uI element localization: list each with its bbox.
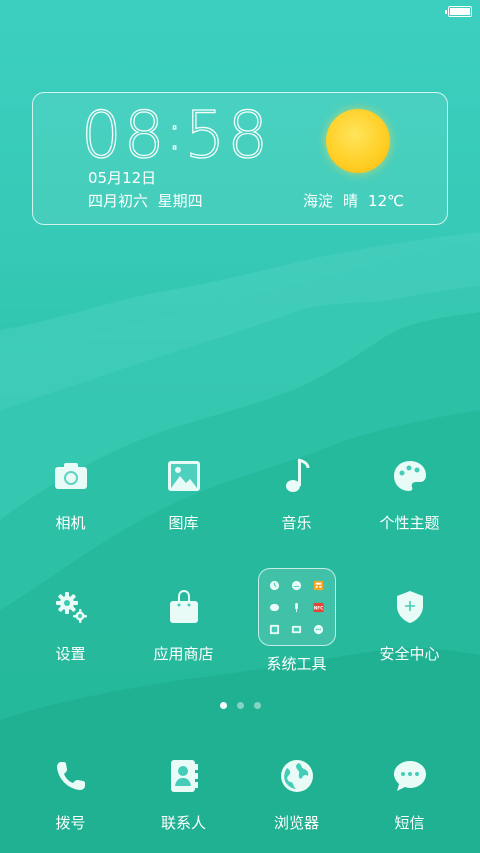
app-security-center[interactable]: 安全中心 [353,583,466,664]
gallery-icon [160,452,208,500]
music-note-icon [273,452,321,500]
weather-location: 海淀 [303,192,334,210]
app-browser[interactable]: 浏览器 [240,752,353,833]
nfc-label: NFC [314,605,323,610]
app-label: 安全中心 [379,645,440,663]
app-themes[interactable]: 个性主题 [353,452,466,533]
page-dot-1[interactable] [219,702,227,709]
clock-mini-icon [265,575,285,595]
clock-time: 08:58 [80,98,271,173]
app-label: 短信 [394,814,425,832]
app-label: 图库 [168,514,199,532]
globe-icon [273,752,321,800]
app-label: 系统工具 [266,655,327,673]
clock-separator: : [166,104,185,161]
lunar-date: 四月初六 [88,192,149,210]
app-label: 联系人 [160,814,206,832]
app-settings[interactable]: 设置 [14,583,127,664]
app-label: 浏览器 [273,814,319,832]
lunar-weekday: 四月初六 星期四 [88,190,203,211]
app-messages[interactable]: 短信 [353,752,466,833]
tv-mini-icon [287,619,307,639]
weather-temperature: 12℃ [368,192,404,210]
weather-condition: 晴 [343,192,359,210]
app-store[interactable]: 应用商店 [127,583,240,664]
gear-icon [47,583,95,631]
app-label: 拨号 [55,814,86,832]
sun-icon [326,109,390,173]
palette-icon [386,452,434,500]
page-dot-2[interactable] [236,702,244,709]
shield-icon [386,583,434,631]
page-indicator[interactable] [0,702,480,709]
scanner-mini-icon [265,619,285,639]
folder-system-tools[interactable]: NFC 系统工具 [240,568,353,674]
clock-weather-widget[interactable]: 08:58 05月12日 四月初六 星期四 海淀晴 12℃ [32,92,448,225]
microphone-mini-icon [287,597,307,617]
app-camera[interactable]: 相机 [14,452,127,533]
app-label: 相机 [55,514,86,532]
clock-hours: 08 [80,98,167,173]
folder-icon: NFC [257,568,336,646]
app-music[interactable]: 音乐 [240,452,353,533]
page-dot-3[interactable] [253,702,261,709]
weekday: 星期四 [157,192,203,210]
sms-bubble-icon [386,752,434,800]
camera-icon [47,452,95,500]
app-gallery[interactable]: 图库 [127,452,240,533]
clock-minutes: 58 [184,98,271,173]
calculator-mini-icon [309,575,329,595]
chat-mini-icon [265,597,285,617]
battery-icon [445,6,472,17]
shopping-bag-icon [160,583,208,631]
phone-icon [47,752,95,800]
speedometer-mini-icon [287,575,307,595]
battery-level-fill [450,8,470,15]
contacts-icon [160,752,208,800]
app-label: 个性主题 [379,514,440,532]
app-label: 音乐 [281,514,312,532]
weather-info: 海淀晴 12℃ [303,190,404,211]
app-dialer[interactable]: 拨号 [14,752,127,833]
app-label: 应用商店 [153,645,214,663]
date-text: 05月12日 [88,169,157,187]
app-contacts[interactable]: 联系人 [127,752,240,833]
message-mini-icon [309,619,329,639]
app-label: 设置 [55,645,86,663]
nfc-mini-icon: NFC [309,597,329,617]
